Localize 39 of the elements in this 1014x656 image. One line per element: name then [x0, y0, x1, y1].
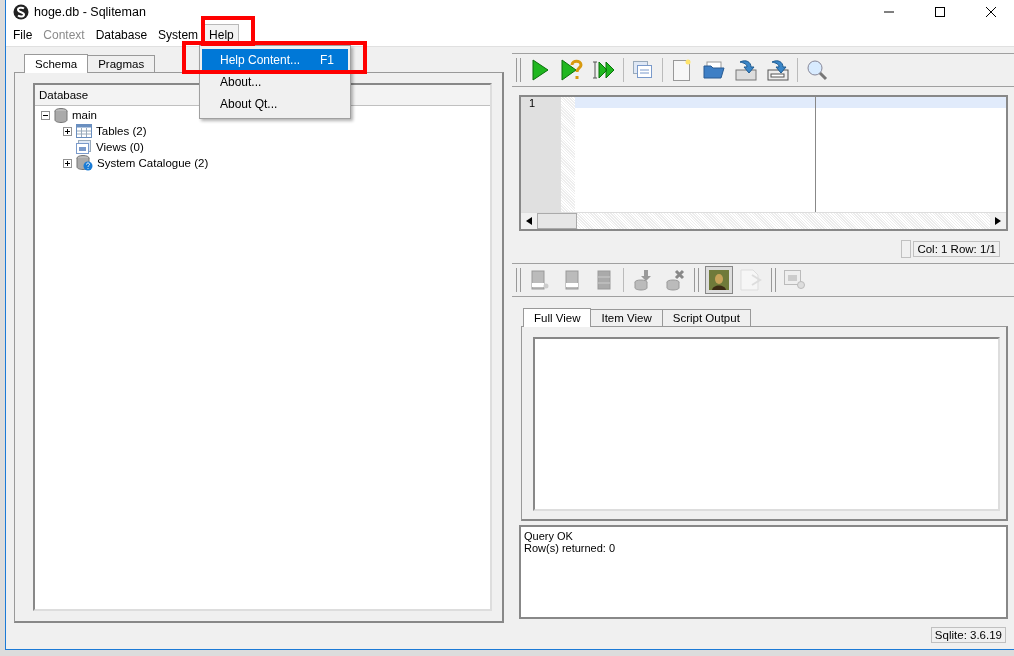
expand-icon[interactable] — [63, 158, 72, 168]
tree-item[interactable]: Tables (2) — [96, 125, 147, 137]
menu-item[interactable]: Database — [90, 24, 153, 46]
expand-icon[interactable] — [63, 126, 72, 136]
save-icon[interactable] — [733, 57, 759, 83]
left-arrow-icon[interactable] — [526, 217, 532, 225]
cursor-position: Col: 1 Row: 1/1 — [913, 241, 1000, 257]
tree-item[interactable]: Views (0) — [96, 141, 144, 153]
database-help-icon — [76, 155, 93, 171]
window-title: hoge.db - Sqliteman — [34, 5, 147, 19]
image-preview-button[interactable] — [705, 266, 733, 294]
right-arrow-icon[interactable] — [995, 217, 1001, 225]
tab[interactable]: Pragmas — [87, 55, 156, 73]
table-icon — [76, 124, 92, 138]
search-icon[interactable] — [804, 57, 830, 83]
log-line: Query OK — [524, 530, 574, 542]
menu-item[interactable]: Help Content... F1 — [202, 49, 348, 71]
tree-item[interactable]: System Catalogue (2) — [97, 157, 209, 169]
view-icon — [76, 140, 92, 154]
menu-item[interactable]: System — [153, 24, 204, 46]
collapse-icon[interactable] — [41, 110, 50, 120]
scrollbar-thumb[interactable] — [537, 213, 577, 229]
log-line: Row(s) returned: 0 — [524, 542, 617, 554]
menu-item[interactable]: File — [8, 24, 38, 46]
version-label: Sqlite: 3.6.19 — [930, 627, 1006, 643]
line-number: 1 — [529, 97, 537, 109]
tree-item[interactable]: main — [72, 109, 97, 121]
app-logo-icon — [13, 4, 29, 20]
save-as-icon[interactable] — [765, 57, 791, 83]
close-icon[interactable] — [986, 7, 996, 17]
status-cell — [901, 240, 912, 258]
play-help-icon[interactable] — [559, 57, 585, 83]
maximize-icon[interactable] — [935, 7, 945, 17]
tab[interactable]: Full View — [523, 308, 592, 327]
tab[interactable]: Script Output — [661, 309, 751, 327]
database-icon — [54, 107, 68, 123]
tab[interactable]: Schema — [24, 54, 89, 73]
code-editor[interactable]: 1 — [519, 95, 1008, 231]
horizontal-scrollbar[interactable] — [521, 212, 1006, 229]
